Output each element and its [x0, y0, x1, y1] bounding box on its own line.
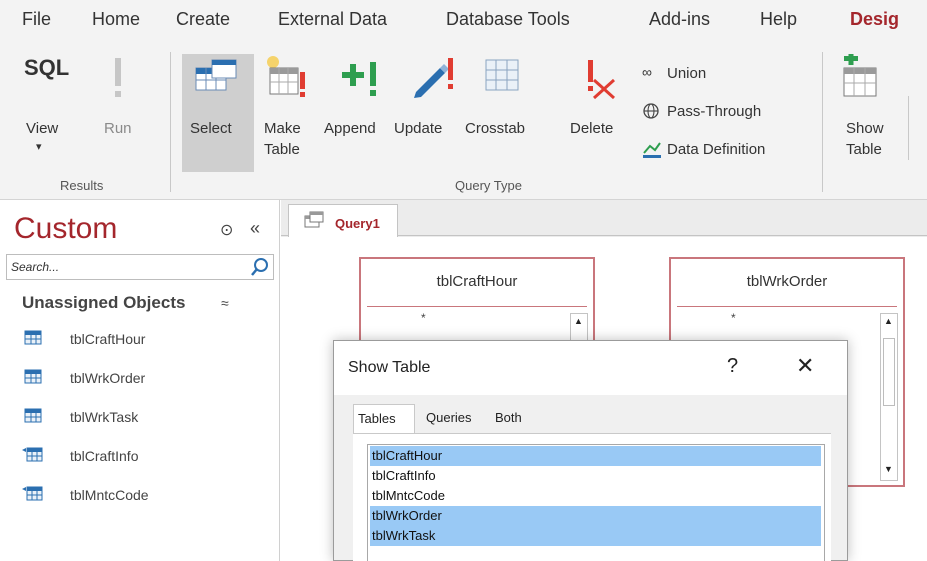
- dialog-title-bar[interactable]: Show Table ? ✕: [334, 341, 847, 395]
- crosstab-icon: [485, 59, 519, 91]
- field-all[interactable]: *: [421, 311, 426, 325]
- show-table-label-2: Table: [846, 141, 882, 158]
- menu-design[interactable]: Desig: [850, 9, 899, 30]
- field-list-title: tblCraftHour: [436, 273, 518, 290]
- chevron-down-icon: ▾: [36, 141, 42, 153]
- nav-item-label: tblWrkTask: [70, 409, 139, 425]
- nav-item-label: tblMntcCode: [70, 487, 149, 503]
- chevron-up-icon[interactable]: ≈: [221, 295, 229, 311]
- help-icon[interactable]: ?: [727, 355, 738, 378]
- menu-help[interactable]: Help: [760, 9, 797, 30]
- nav-item-label: tblCraftInfo: [70, 448, 139, 464]
- group-header-unassigned[interactable]: Unassigned Objects: [22, 293, 185, 313]
- menu-file[interactable]: File: [22, 9, 51, 30]
- exclamation-icon: [115, 58, 121, 97]
- scrollbar[interactable]: ▲ ▼: [880, 313, 898, 481]
- union-icon: ∞: [642, 64, 652, 80]
- list-item-tblcrafthour[interactable]: tblCraftHour: [370, 446, 821, 466]
- collapse-pane-icon[interactable]: «: [250, 218, 260, 239]
- close-icon[interactable]: ✕: [796, 353, 814, 379]
- nav-pane-menu-icon[interactable]: ⊙: [220, 220, 233, 240]
- scroll-thumb[interactable]: [883, 338, 895, 406]
- table-list[interactable]: tblCraftHour tblCraftInfo tblMntcCode tb…: [367, 444, 825, 561]
- divider: [677, 306, 897, 307]
- tab-query1[interactable]: Query1: [288, 204, 398, 237]
- select-label: Select: [190, 120, 232, 137]
- make-table-label-1: Make: [264, 120, 301, 137]
- search-icon[interactable]: [250, 257, 270, 277]
- query-icon: [304, 211, 324, 228]
- search-placeholder: Search...: [11, 260, 60, 274]
- show-table-icon: [843, 54, 877, 97]
- pass-through-label: Pass-Through: [667, 103, 762, 120]
- table-icon: [24, 369, 42, 384]
- menu-home[interactable]: Home: [92, 9, 140, 30]
- menu-create[interactable]: Create: [176, 9, 230, 30]
- view-label: View: [26, 120, 59, 137]
- tab-queries[interactable]: Queries: [422, 404, 476, 432]
- navigation-pane: Custom ⊙ « Search... Unassigned Objects …: [0, 200, 280, 561]
- tab-both[interactable]: Both: [491, 404, 526, 432]
- tab-label: Query1: [335, 216, 380, 231]
- document-tab-strip: Query1: [281, 200, 927, 237]
- union-label: Union: [667, 65, 707, 82]
- update-label: Update: [394, 120, 443, 137]
- make-table-icon: [267, 56, 305, 97]
- menu-bar: File Home Create External Data Database …: [0, 0, 927, 44]
- ribbon: SQL View ▾ Run Results Select Make Table…: [0, 44, 927, 200]
- dialog-title: Show Table: [348, 359, 431, 376]
- linked-table-icon: [22, 447, 43, 462]
- list-item-tblwrkorder[interactable]: tblWrkOrder: [370, 506, 821, 526]
- list-item-tblcraftinfo[interactable]: tblCraftInfo: [370, 466, 821, 486]
- delete-icon: [588, 60, 616, 100]
- show-table-dialog: Show Table ? ✕ Tables Queries Both tblCr…: [333, 340, 848, 561]
- delete-label: Delete: [570, 120, 614, 137]
- nav-item-label: tblCraftHour: [70, 331, 146, 347]
- list-item-tblmntccode[interactable]: tblMntcCode: [370, 486, 821, 506]
- table-icon: [24, 330, 42, 345]
- append-icon: [342, 62, 376, 96]
- ribbon-separator: [822, 52, 823, 192]
- append-label: Append: [324, 120, 376, 137]
- menu-add-ins[interactable]: Add-ins: [649, 9, 710, 30]
- menu-database-tools[interactable]: Database Tools: [446, 9, 570, 30]
- table-icon: [24, 408, 42, 423]
- tables-tab-pane: tblCraftHour tblCraftInfo tblMntcCode tb…: [353, 433, 831, 561]
- field-list-title: tblWrkOrder: [746, 273, 828, 290]
- update-pencil-icon: [414, 58, 453, 98]
- results-group-label: Results: [60, 178, 104, 193]
- view-sql-label: SQL: [24, 55, 70, 80]
- list-item-tblwrktask[interactable]: tblWrkTask: [370, 526, 821, 546]
- select-query-icon: [195, 59, 237, 91]
- divider: [367, 306, 587, 307]
- scroll-up-icon[interactable]: ▲: [884, 316, 893, 326]
- search-input[interactable]: Search...: [6, 254, 274, 280]
- nav-item-label: tblWrkOrder: [70, 370, 146, 386]
- scroll-down-icon[interactable]: ▼: [884, 464, 893, 474]
- data-definition-icon: [643, 142, 661, 158]
- nav-pane-title[interactable]: Custom: [14, 212, 117, 246]
- linked-table-icon: [22, 486, 43, 501]
- menu-external-data[interactable]: External Data: [278, 9, 387, 30]
- field-all[interactable]: *: [731, 311, 736, 325]
- tab-tables[interactable]: Tables: [353, 404, 415, 434]
- make-table-label-2: Table: [264, 141, 300, 158]
- show-table-label-1: Show: [846, 120, 884, 137]
- query-type-group-label: Query Type: [455, 178, 522, 193]
- run-label: Run: [104, 120, 132, 137]
- ribbon-separator: [170, 52, 171, 192]
- crosstab-label: Crosstab: [465, 120, 526, 137]
- scroll-up-icon[interactable]: ▲: [574, 316, 583, 326]
- data-definition-label: Data Definition: [667, 141, 766, 158]
- ribbon-separator: [908, 96, 909, 160]
- globe-icon: [643, 103, 659, 119]
